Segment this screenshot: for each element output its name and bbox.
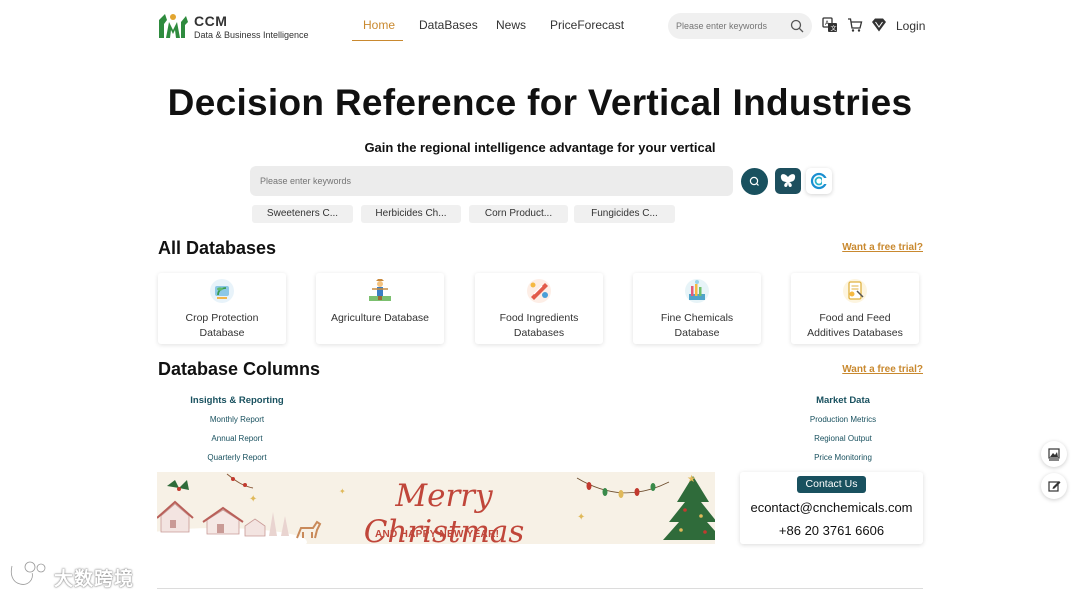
food-feed-icon (843, 279, 867, 303)
free-trial-link[interactable]: Want a free trial? (842, 364, 923, 375)
login-link[interactable]: Login (896, 19, 925, 33)
db-card-label: Agriculture Database (330, 312, 430, 324)
search-icon[interactable] (790, 19, 804, 33)
contact-email[interactable]: econtact@cnchemicals.com (740, 500, 923, 515)
column-link-monthly-report[interactable]: Monthly Report (157, 415, 317, 424)
logo-tagline: Data & Business Intelligence (194, 30, 309, 40)
nav-active-indicator (352, 40, 403, 41)
keyword-chip[interactable]: Herbicides Ch... (361, 205, 461, 223)
main-search-bar (250, 166, 733, 196)
butterfly-icon (780, 174, 796, 187)
header-search-input[interactable] (676, 13, 786, 39)
banner-tagline: AND HAPPY NEW YEAR! (375, 529, 500, 540)
database-columns-title: Database Columns (158, 359, 321, 379)
fine-chemicals-icon (685, 279, 709, 303)
edit-icon (1048, 481, 1061, 492)
column-link-price-monitoring[interactable]: Price Monitoring (763, 453, 923, 462)
db-card-label: Food and Feed Additives Databases (807, 312, 903, 339)
assistant-app-button[interactable] (806, 168, 832, 194)
nav-news[interactable]: News (496, 18, 526, 32)
vip-diamond-icon[interactable] (871, 17, 887, 33)
keyword-chip[interactable]: Corn Product... (469, 205, 568, 223)
watermark: 大数跨境 (8, 560, 148, 590)
ccm-logo[interactable]: CCM Data & Business Intelligence (156, 10, 316, 42)
footer-divider (157, 588, 923, 589)
nav-priceforecast[interactable]: PriceForecast (550, 18, 624, 32)
main-search-input[interactable] (260, 166, 720, 196)
butterfly-app-button[interactable] (775, 168, 801, 194)
db-card-agriculture[interactable]: Agriculture Database (316, 273, 444, 344)
header-search (668, 13, 812, 39)
ccm-logo-icon (159, 14, 188, 38)
main-search-button[interactable] (741, 168, 768, 195)
christmas-banner[interactable]: ✦ ✦ ✦ ★ Merry Christmas AND HAPPY NEW YE… (157, 472, 715, 544)
crop-protection-icon (210, 279, 234, 303)
svg-text:✦: ✦ (577, 512, 585, 523)
side-gallery-button[interactable] (1041, 441, 1067, 467)
logo-name: CCM (194, 13, 228, 29)
db-card-label: Crop Protection Database (185, 312, 259, 339)
image-icon (1048, 448, 1060, 461)
hero-subtitle: Gain the regional intelligence advantage… (364, 140, 716, 155)
watermark-text: 大数跨境 (54, 569, 135, 590)
db-card-label: Food Ingredients Databases (499, 312, 579, 339)
contact-us-button[interactable]: Contact Us (797, 476, 866, 493)
side-feedback-button[interactable] (1041, 473, 1067, 499)
site-header: CCM Data & Business Intelligence Home Da… (0, 0, 1080, 52)
svg-text:★: ★ (687, 474, 696, 485)
watermark-logo-icon (9, 560, 47, 586)
db-card-food-feed[interactable]: Food and Feed Additives Databases (791, 273, 919, 344)
keyword-chip[interactable]: Fungicides C... (574, 205, 675, 223)
column-link-annual-report[interactable]: Annual Report (157, 434, 317, 443)
nav-databases[interactable]: DataBases (419, 18, 478, 32)
translate-icon[interactable]: A 文 (822, 17, 838, 33)
market-data-heading: Market Data (816, 395, 870, 406)
cart-icon[interactable] (847, 17, 863, 33)
column-link-regional-output[interactable]: Regional Output (763, 434, 923, 443)
agriculture-icon (369, 279, 391, 301)
hero-title: Decision Reference for Vertical Industri… (167, 82, 913, 123)
db-card-fine-chemicals[interactable]: Fine Chemicals Database (633, 273, 761, 344)
column-link-production-metrics[interactable]: Production Metrics (763, 415, 923, 424)
column-link-quarterly-report[interactable]: Quarterly Report (157, 453, 317, 462)
db-card-crop-protection[interactable]: Crop Protection Database (158, 273, 286, 344)
nav-home[interactable]: Home (363, 18, 395, 32)
assistant-logo-icon (810, 172, 828, 190)
insights-reporting-heading: Insights & Reporting (190, 395, 284, 406)
search-icon (749, 176, 759, 186)
contact-panel: Contact Us econtact@cnchemicals.com +86 … (740, 472, 923, 544)
keyword-chip[interactable]: Sweeteners C... (252, 205, 353, 223)
all-databases-title: All Databases (158, 238, 277, 258)
db-card-food-ingredients[interactable]: Food Ingredients Databases (475, 273, 603, 344)
free-trial-link[interactable]: Want a free trial? (842, 242, 923, 253)
contact-phone[interactable]: +86 20 3761 6606 (740, 523, 923, 538)
svg-text:✦: ✦ (249, 494, 257, 505)
db-card-label: Fine Chemicals Database (660, 312, 734, 339)
food-ingredients-icon (527, 279, 551, 303)
svg-text:文: 文 (831, 25, 837, 33)
